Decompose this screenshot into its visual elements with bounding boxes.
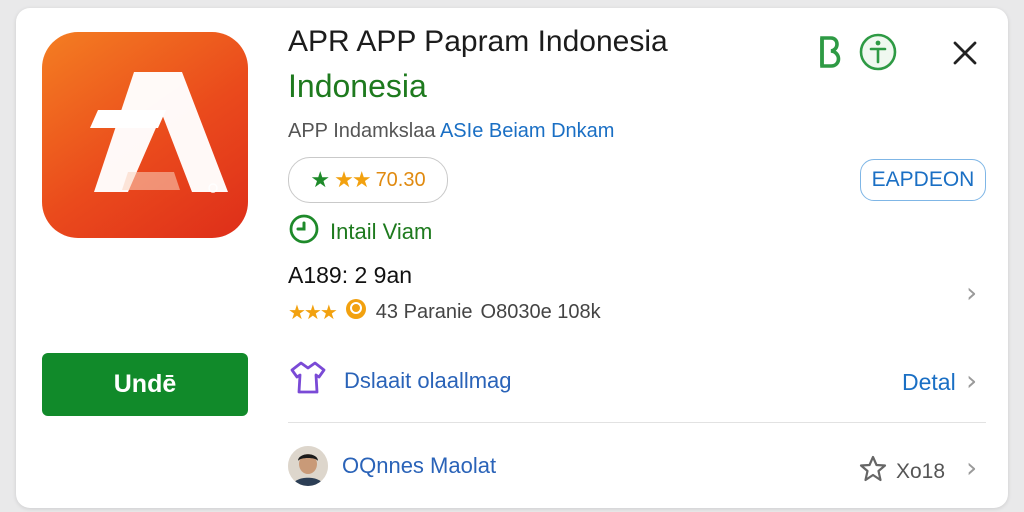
subtitle-link[interactable]: ASIe Beiam Dnkam <box>440 120 615 142</box>
version-line: A189: 2 9an <box>288 262 413 288</box>
detail-link[interactable]: Detal <box>902 369 956 396</box>
install-status-label: Intail Viam <box>330 218 433 244</box>
star-icon: ★ <box>310 167 330 192</box>
divider <box>288 422 986 423</box>
app-subtitle: APP Indamkslaa ASIe Beiam Dnkam <box>288 120 614 143</box>
app-logo-a-icon <box>90 72 228 193</box>
chevron-right-icon[interactable]: › <box>966 276 977 309</box>
download-count: O8030e 108k <box>480 300 601 323</box>
description-label: Dslaait olaallmag <box>344 367 512 393</box>
star-icon: ★★★ <box>288 301 338 324</box>
meta-row[interactable]: ★★★ 43 Paranie O8030e 108k <box>288 297 601 327</box>
favorite-label: Xo18 <box>896 460 946 483</box>
star-outline-icon <box>858 454 888 490</box>
favorite-button[interactable]: Xo18 <box>858 454 945 490</box>
app-title-line2: Indonesia <box>288 68 427 104</box>
app-logo <box>42 32 248 238</box>
expand-button[interactable]: EAPDEON <box>860 159 986 201</box>
developer-row[interactable]: OQnnes Maolat <box>288 446 496 486</box>
info-icon[interactable] <box>858 32 898 72</box>
review-count: 43 Paranie <box>375 300 473 323</box>
shirt-icon <box>288 358 328 403</box>
chevron-right-icon[interactable]: › <box>966 451 977 484</box>
star-icon: ★★ <box>334 167 371 192</box>
chevron-right-icon[interactable]: › <box>966 364 977 397</box>
b-badge-icon[interactable] <box>812 32 846 72</box>
clock-icon <box>288 213 320 250</box>
developer-label: OQnnes Maolat <box>342 453 497 478</box>
rating-value: 70.30 <box>375 168 426 191</box>
developer-category: APP Indamkslaa <box>288 120 436 142</box>
avatar <box>288 446 328 486</box>
award-icon <box>344 297 368 327</box>
description-row[interactable]: Dslaait olaallmag <box>288 358 512 403</box>
install-button[interactable]: Undē <box>42 353 248 416</box>
close-icon[interactable] <box>948 36 982 70</box>
rating-pill[interactable]: ★ ★★ 70.30 <box>288 157 448 203</box>
app-title: APR APP Papram Indonesia <box>288 25 668 58</box>
install-status: Intail Viam <box>288 213 432 250</box>
